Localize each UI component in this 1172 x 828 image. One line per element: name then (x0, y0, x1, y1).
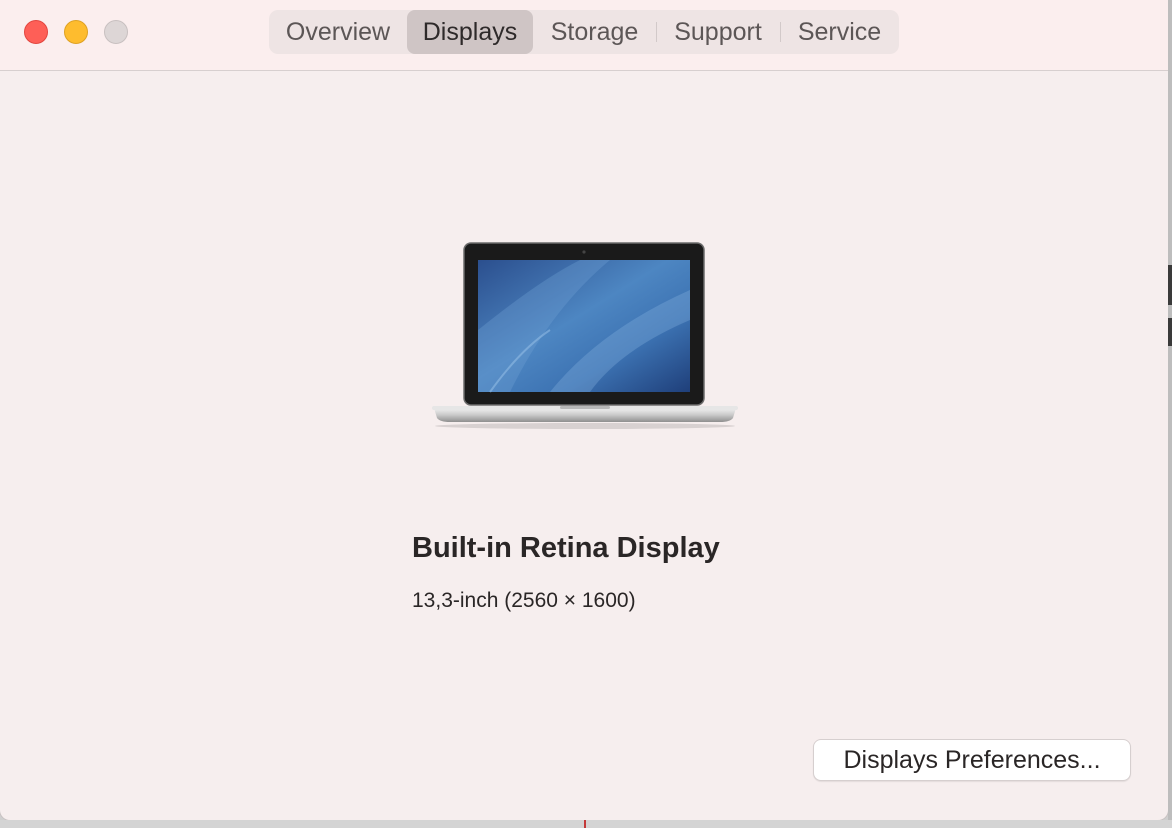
tab-displays[interactable]: Displays (407, 10, 533, 54)
tab-bar: Overview Displays Storage Support Servic… (269, 10, 899, 54)
displays-preferences-button[interactable]: Displays Preferences... (813, 739, 1131, 781)
close-icon[interactable] (24, 20, 48, 44)
tab-support[interactable]: Support (656, 10, 780, 54)
background-mark (1168, 265, 1172, 305)
display-name: Built-in Retina Display (412, 532, 720, 564)
tab-service[interactable]: Service (780, 10, 899, 54)
laptop-icon (430, 240, 740, 435)
background-edge (1168, 0, 1172, 828)
background-edge-bottom (0, 820, 1172, 828)
tab-overview[interactable]: Overview (269, 10, 407, 54)
zoom-icon[interactable] (104, 20, 128, 44)
background-line (584, 820, 586, 828)
display-spec: 13,3-inch (2560 × 1600) (412, 589, 636, 612)
tab-storage[interactable]: Storage (533, 10, 656, 54)
minimize-icon[interactable] (64, 20, 88, 44)
background-mark (1168, 318, 1172, 346)
about-this-mac-window: Overview Displays Storage Support Servic… (0, 0, 1168, 820)
title-bar: Overview Displays Storage Support Servic… (0, 0, 1168, 71)
